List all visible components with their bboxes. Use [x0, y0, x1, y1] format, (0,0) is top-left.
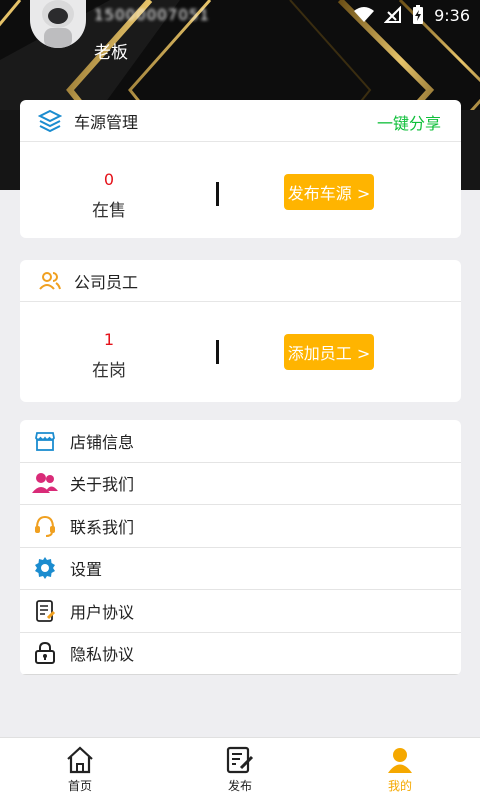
on-duty-count: 1: [103, 330, 115, 349]
clock: 9:36: [434, 5, 470, 25]
menu-item-label: 隐私协议: [70, 645, 135, 665]
divider: [216, 340, 219, 364]
on-sale-label: 在售: [92, 201, 126, 221]
shop-icon: [32, 428, 58, 454]
layers-icon: [38, 109, 62, 132]
nav-publish-label: 发布: [227, 779, 252, 793]
nav-home[interactable]: 首页: [0, 738, 160, 800]
phone-number: 15000007051: [94, 6, 210, 24]
nav-mine-label: 我的: [387, 779, 412, 793]
battery-icon: [413, 5, 424, 24]
staff-icon: [39, 271, 61, 290]
share-button[interactable]: 一键分享: [377, 110, 441, 134]
publish-vehicle-button[interactable]: 发布车源 >: [284, 174, 374, 210]
add-staff-button[interactable]: 添加员工 >: [284, 334, 374, 370]
menu-item-privacy-policy[interactable]: 隐私协议: [20, 633, 461, 675]
on-duty-label: 在岗: [92, 361, 126, 381]
vehicle-card-title: 车源管理: [74, 112, 139, 132]
edit-icon: [226, 746, 254, 774]
menu-item-user-agreement[interactable]: 用户协议: [20, 590, 461, 633]
wifi-icon: [354, 7, 375, 22]
staff-card-title: 公司员工: [74, 272, 139, 292]
menu-item-about-us[interactable]: 关于我们: [20, 463, 461, 505]
menu-item-label: 设置: [70, 560, 103, 580]
nav-publish[interactable]: 发布: [160, 738, 320, 800]
menu-item-shop-info[interactable]: 店铺信息: [20, 420, 461, 463]
headset-icon: [32, 513, 58, 539]
bottom-navigation: 首页 发布 我的: [0, 737, 480, 800]
vehicle-card-header: 车源管理 一键分享: [20, 100, 461, 142]
on-sale-count: 0: [103, 170, 115, 189]
nav-mine[interactable]: 我的: [320, 738, 480, 800]
staff-card: 公司员工 1 在岗 添加员工 >: [20, 260, 461, 402]
menu-item-contact-us[interactable]: 联系我们: [20, 505, 461, 548]
vehicle-management-card: 车源管理 一键分享 0 在售 发布车源 >: [20, 100, 461, 238]
menu-item-label: 关于我们: [70, 475, 135, 495]
menu-item-settings[interactable]: 设置: [20, 548, 461, 590]
user-icon: [388, 748, 412, 773]
gear-icon: [32, 555, 58, 581]
settings-menu: 店铺信息 关于我们 联系我们 设置 用户协议 隐私协议: [20, 420, 461, 675]
home-icon: [67, 746, 93, 774]
menu-item-label: 店铺信息: [70, 432, 135, 452]
user-role: 老板: [94, 43, 128, 63]
people-icon: [32, 470, 58, 496]
document-icon: [32, 598, 58, 624]
lock-icon: [32, 640, 58, 666]
nav-home-label: 首页: [67, 779, 92, 793]
menu-item-label: 联系我们: [70, 517, 135, 537]
staff-card-header: 公司员工: [20, 260, 461, 302]
signal-icon: [384, 6, 402, 23]
menu-item-label: 用户协议: [70, 602, 135, 622]
divider: [216, 182, 219, 206]
